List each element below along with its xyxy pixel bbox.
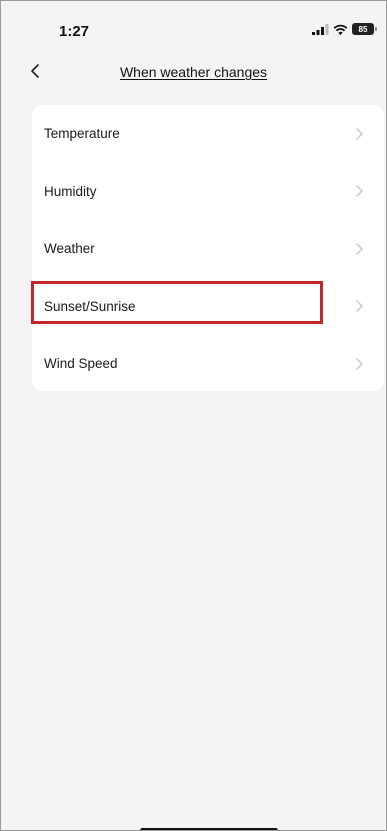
page-title: When weather changes [119, 64, 268, 80]
list-item-weather[interactable]: Weather [32, 220, 384, 278]
wifi-icon [333, 24, 348, 35]
list-item-temperature[interactable]: Temperature [32, 105, 384, 163]
list-item-label: Wind Speed [44, 356, 118, 372]
battery-icon: 85 [352, 23, 377, 35]
chevron-right-icon [356, 243, 363, 255]
list-item-humidity[interactable]: Humidity [32, 163, 384, 221]
status-bar: 1:27 85 [1, 1, 386, 45]
list-item-label: Temperature [44, 126, 120, 142]
list-item-wind-speed[interactable]: Wind Speed [32, 335, 384, 393]
chevron-right-icon [356, 358, 363, 370]
highlight-annotation [31, 281, 323, 324]
battery-level: 85 [358, 24, 368, 34]
list-item-label: Humidity [44, 183, 97, 199]
nav-header: When weather changes [1, 53, 386, 93]
condition-list: Temperature Humidity Weather Sunset/Sunr… [32, 105, 384, 391]
cellular-signal-icon [312, 23, 329, 35]
chevron-right-icon [356, 300, 363, 312]
phone-screen: 1:27 85 When weather changes Temperature… [0, 0, 387, 831]
chevron-right-icon [356, 185, 363, 197]
list-item-label: Weather [44, 241, 95, 257]
status-time: 1:27 [59, 23, 90, 40]
chevron-right-icon [356, 128, 363, 140]
status-icons: 85 [312, 23, 377, 35]
